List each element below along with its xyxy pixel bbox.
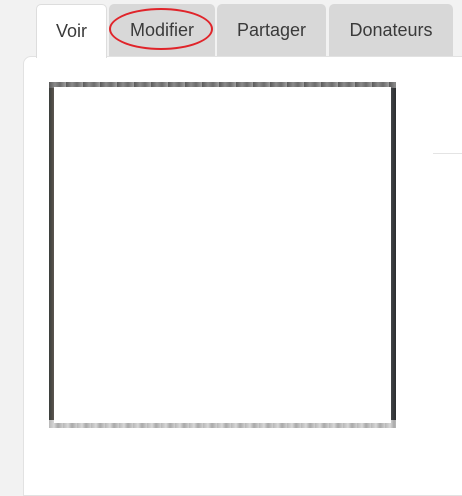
divider-line xyxy=(433,153,462,154)
tab-donateurs[interactable]: Donateurs xyxy=(329,4,453,56)
tab-partager[interactable]: Partager xyxy=(217,4,326,56)
tab-bar: Voir Modifier Partager Donateurs xyxy=(0,0,462,58)
tab-partager-label: Partager xyxy=(236,19,307,40)
tab-modifier[interactable]: Modifier xyxy=(109,4,215,56)
tab-voir-label: Voir xyxy=(55,21,88,41)
tab-voir[interactable]: Voir xyxy=(36,4,107,58)
tab-donateurs-label: Donateurs xyxy=(349,19,433,40)
tab-modifier-label: Modifier xyxy=(129,19,195,40)
photo-image xyxy=(49,82,396,428)
image-blank-overlay xyxy=(54,87,391,423)
